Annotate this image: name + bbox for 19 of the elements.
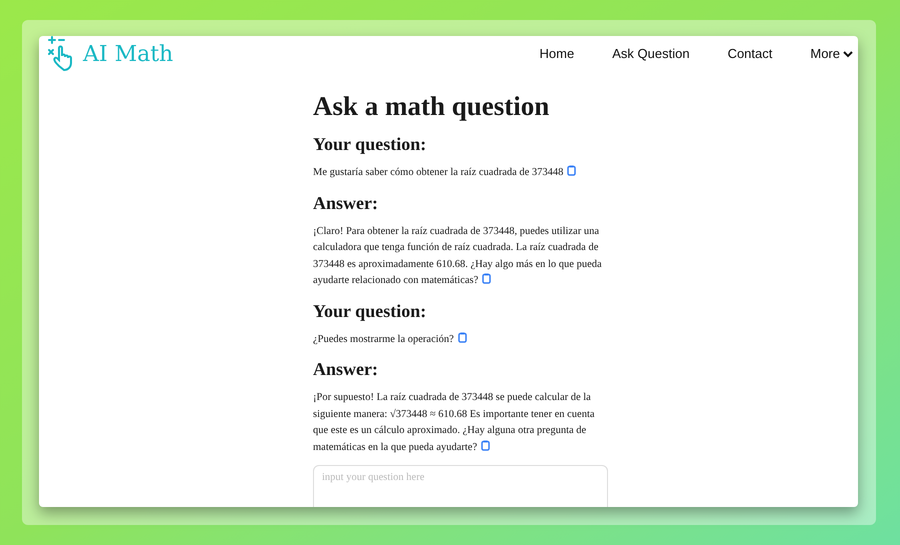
nav-link[interactable]: Home bbox=[520, 44, 594, 64]
section-heading: Your question: bbox=[313, 300, 428, 322]
clipboard-icon[interactable] bbox=[567, 165, 576, 176]
section-heading: Your question: bbox=[313, 133, 428, 156]
page-title: Ask a math question bbox=[313, 90, 550, 123]
nav-link[interactable]: Ask Question bbox=[593, 44, 709, 64]
clipboard-icon[interactable] bbox=[458, 332, 467, 342]
message-text: ¡Claro! Para obtener la raíz cuadrada de 373448, puedes utilizar una calculadora que tenga función de raíz cuadrada. La raíz cuadrada de 373448 es aproximadamente 610.68. ¿Hay algo más en lo que pueda ayudarte relacionado con matemáticas? bbox=[313, 224, 603, 288]
message-text: ¡Por supuesto! La raíz cuadrada de 373448 se puede calcular de la siguiente manera: √373448 ≈ 610.68 Es importante tener en cuenta que este es un cálculo aproximado. ¿Hay alguna otra pregunta de matemáticas en la que pueda ayudarte? bbox=[313, 391, 596, 454]
question-textarea[interactable]: input your question here bbox=[313, 465, 608, 507]
nav-link[interactable]: Contact bbox=[708, 44, 792, 64]
section-heading: Answer: bbox=[313, 192, 379, 214]
message-text: Me gustaría saber cómo obtener la raíz cuadrada de 373448 bbox=[313, 165, 608, 182]
chevron-down-icon bbox=[843, 50, 853, 58]
clipboard-icon[interactable] bbox=[481, 440, 490, 450]
more-menu[interactable]: More bbox=[791, 44, 853, 64]
section-heading: Answer: bbox=[313, 358, 379, 381]
clipboard-icon[interactable] bbox=[482, 273, 492, 284]
message-text: ¿Puedes mostrarme la operación? bbox=[313, 332, 608, 348]
